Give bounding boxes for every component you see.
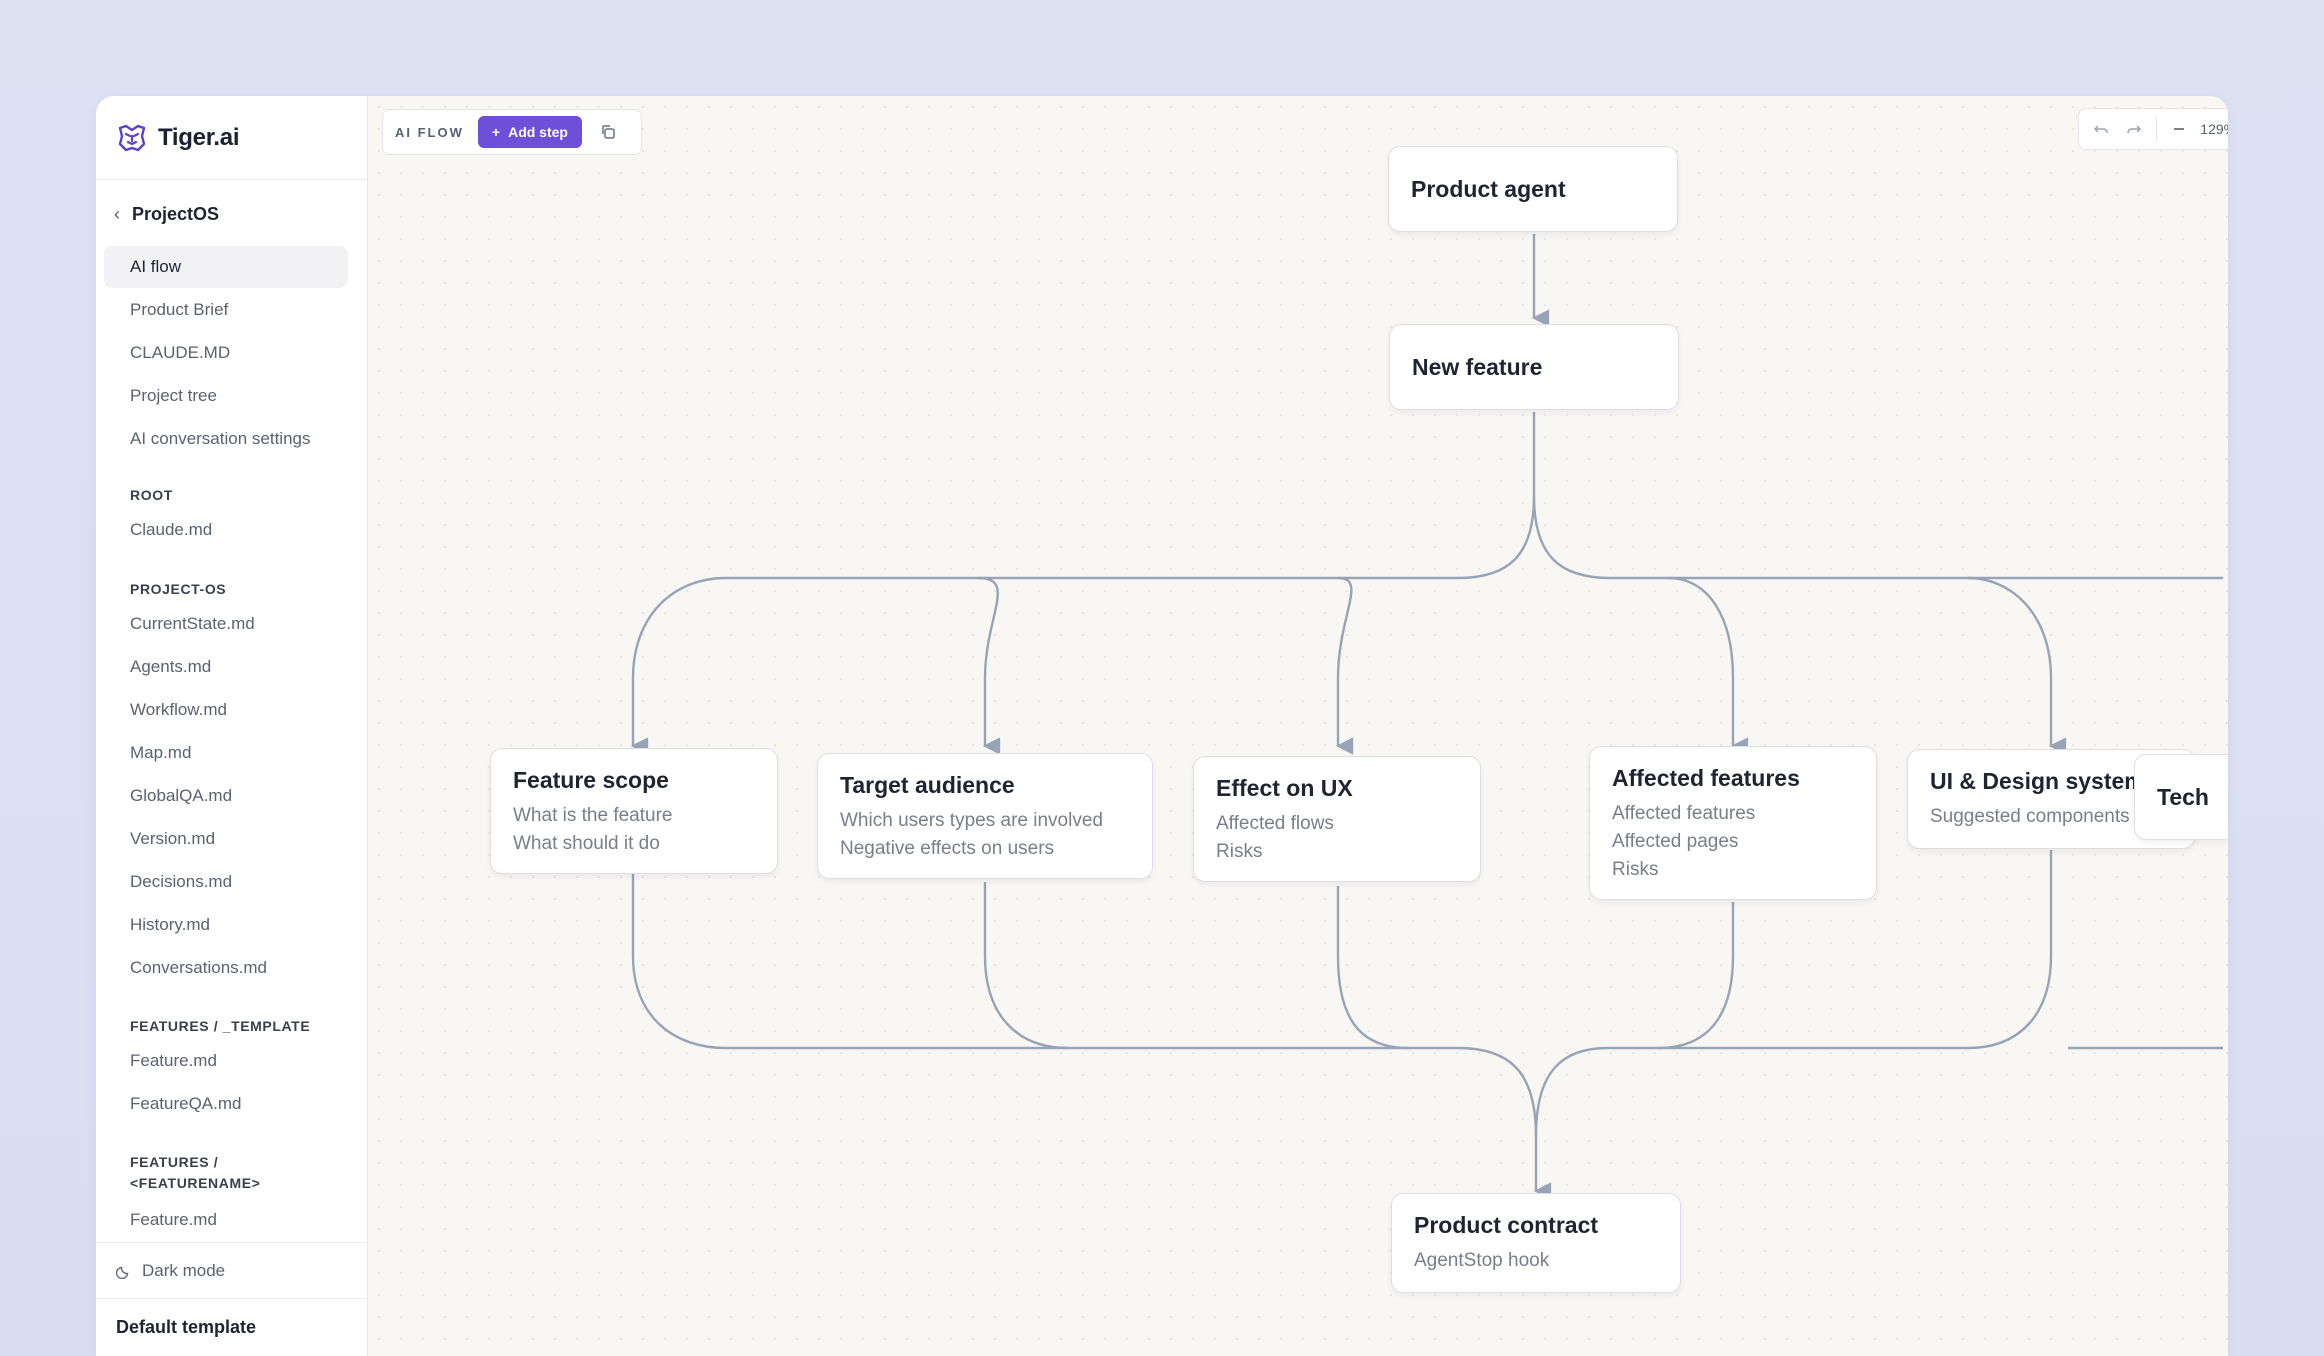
node-target-audience[interactable]: Target audience Which users types are in…	[817, 753, 1153, 879]
node-affected-features[interactable]: Affected features Affected features Affe…	[1589, 746, 1877, 900]
default-template-selector[interactable]: Default template	[96, 1298, 368, 1356]
sidebar-item-ai-conversation-settings[interactable]: AI conversation settings	[104, 418, 348, 460]
node-title: Affected features	[1612, 765, 1800, 791]
moon-icon	[116, 1266, 129, 1279]
node-title: Target audience	[840, 772, 1015, 798]
node-feature-scope[interactable]: Feature scope What is the feature What s…	[490, 748, 778, 874]
ai-flow-label: AI FLOW	[395, 124, 464, 140]
node-title: Feature scope	[513, 767, 669, 793]
file-item[interactable]: History.md	[130, 915, 210, 935]
tiger-logo-icon	[118, 124, 146, 151]
section-title-features-name: FEATURES / <FEATURENAME>	[130, 1152, 260, 1194]
undo-icon	[2094, 125, 2109, 134]
zoom-level: 129%	[2200, 121, 2228, 137]
redo-button[interactable]	[2123, 118, 2145, 140]
undo-button[interactable]	[2090, 118, 2112, 140]
minus-icon	[2173, 128, 2184, 130]
sidebar-item-product-brief[interactable]: Product Brief	[104, 289, 348, 331]
sidebar-nav: ‹ ProjectOS AI flow Product Brief CLAUDE…	[96, 180, 368, 1242]
file-item[interactable]: Decisions.md	[130, 872, 232, 892]
flow-toolbar: AI FLOW + Add step	[382, 109, 642, 155]
file-item[interactable]: CurrentState.md	[130, 614, 255, 634]
file-item[interactable]: Version.md	[130, 829, 215, 849]
node-line: Risks	[1612, 859, 1659, 880]
node-line: Risks	[1216, 841, 1263, 862]
zoom-out-button[interactable]	[2168, 118, 2190, 140]
plus-icon: +	[491, 124, 501, 140]
sidebar-item-claude-md[interactable]: CLAUDE.MD	[104, 332, 348, 374]
sidebar-item-ai-flow[interactable]: AI flow	[104, 246, 348, 288]
dark-mode-toggle[interactable]: Dark mode	[96, 1242, 368, 1298]
node-line: Negative effects on users	[840, 838, 1055, 859]
brand[interactable]: Tiger.ai	[96, 96, 367, 180]
sidebar: Tiger.ai ‹ ProjectOS AI flow Product Bri…	[96, 96, 368, 1356]
file-item[interactable]: Feature.md	[130, 1051, 217, 1071]
node-title: Effect on UX	[1216, 775, 1353, 801]
project-name: ProjectOS	[132, 204, 220, 224]
node-line: Affected features	[1612, 803, 1756, 824]
section-title-features-template: FEATURES / _TEMPLATE	[130, 1018, 311, 1034]
node-line: AgentStop hook	[1414, 1250, 1550, 1271]
node-new-feature[interactable]: New feature	[1389, 324, 1679, 410]
chevron-left-icon: ‹	[114, 204, 120, 224]
redo-icon	[2127, 125, 2142, 134]
dark-mode-label: Dark mode	[142, 1260, 226, 1280]
file-item[interactable]: FeatureQA.md	[130, 1094, 242, 1114]
add-step-label: Add step	[508, 124, 568, 140]
app-window: Tiger.ai ‹ ProjectOS AI flow Product Bri…	[96, 96, 2228, 1356]
section-title-root: ROOT	[130, 487, 173, 503]
node-line: What is the feature	[513, 805, 673, 826]
copy-icon	[602, 125, 615, 139]
node-tech[interactable]: Tech	[2134, 754, 2228, 840]
section-title-project-os: PROJECT-OS	[130, 581, 227, 597]
node-line: Affected flows	[1216, 813, 1334, 834]
section-title-line: FEATURES /	[130, 1154, 219, 1170]
flow-canvas[interactable]: AI FLOW + Add step 129%	[368, 96, 2228, 1356]
zoom-toolbar: 129%	[2078, 108, 2228, 150]
file-item[interactable]: Agents.md	[130, 657, 211, 677]
node-title: Product agent	[1411, 175, 1566, 202]
flow-edges	[630, 234, 2223, 1200]
section-title-line: <FEATURENAME>	[130, 1175, 261, 1191]
file-item[interactable]: GlobalQA.md	[130, 786, 232, 806]
brand-name: Tiger.ai	[158, 123, 240, 151]
file-item[interactable]: Map.md	[130, 743, 191, 763]
node-title: New feature	[1412, 353, 1543, 380]
sidebar-item-project-tree[interactable]: Project tree	[104, 375, 348, 417]
duplicate-button[interactable]	[596, 120, 620, 144]
toolbar-divider	[2155, 117, 2157, 141]
file-item[interactable]: Workflow.md	[130, 700, 227, 720]
node-title: Tech	[2157, 783, 2209, 810]
file-item[interactable]: Conversations.md	[130, 958, 267, 978]
node-line: What should it do	[513, 833, 660, 854]
project-back-link[interactable]: ‹ ProjectOS	[114, 204, 219, 225]
node-title: Product contract	[1414, 1212, 1599, 1238]
node-product-contract[interactable]: Product contract AgentStop hook	[1391, 1193, 1681, 1293]
node-effect-on-ux[interactable]: Effect on UX Affected flows Risks	[1193, 756, 1481, 882]
file-item[interactable]: Claude.md	[130, 520, 212, 540]
file-item[interactable]: Feature.md	[130, 1210, 217, 1230]
add-step-button[interactable]: + Add step	[477, 116, 582, 148]
node-line: Affected pages	[1612, 831, 1739, 852]
node-product-agent[interactable]: Product agent	[1388, 146, 1678, 232]
node-line: Which users types are involved	[840, 810, 1103, 831]
